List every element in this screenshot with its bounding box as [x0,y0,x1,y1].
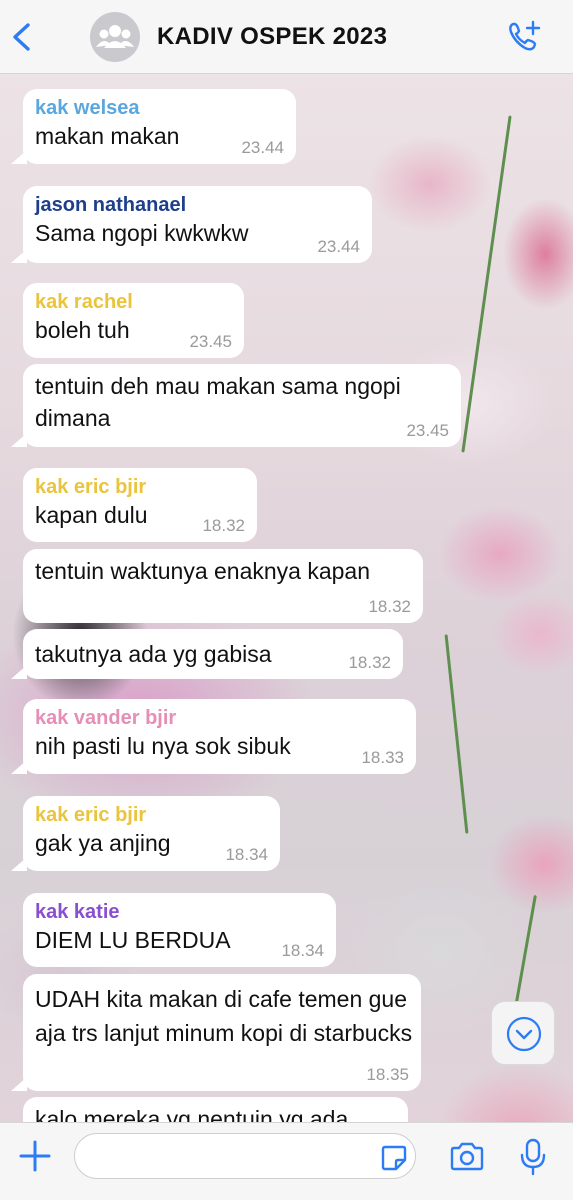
message-bubble[interactable]: jason nathanael Sama ngopi kwkwkw 23.44 [11,186,372,263]
chevron-down-circle-icon [506,1016,542,1052]
message-bubble[interactable]: kak katie DIEM LU BERDUA 18.34 [23,893,336,967]
add-call-icon[interactable] [503,16,543,56]
message-sender: jason nathanael [35,194,187,216]
mic-icon[interactable] [518,1137,548,1177]
plus-icon[interactable] [16,1137,54,1175]
message-time: 18.34 [225,845,268,864]
message-input[interactable] [74,1133,416,1179]
message-input-bar [0,1122,573,1200]
message-bubble[interactable]: kak welsea makan makan 23.44 [11,89,296,164]
message-bubble[interactable]: kak eric bjir gak ya anjing 18.34 [11,796,280,871]
message-time: 23.44 [317,237,360,256]
scroll-down-button[interactable] [491,1001,555,1065]
message-time: 18.33 [361,748,404,767]
message-bubble[interactable]: tentuin waktunya enaknya kapan 18.32 [23,549,423,623]
message-bubble[interactable]: takutnya ada yg gabisa 18.32 [11,629,403,679]
message-sender: kak rachel [35,291,133,313]
message-text: Sama ngopi kwkwkw [35,220,249,246]
message-sender: kak vander bjir [35,707,177,729]
message-sender: kak welsea [35,97,140,119]
message-time: 18.35 [366,1065,409,1084]
message-time: 23.45 [189,332,232,351]
message-time: 18.32 [368,597,411,616]
chevron-left-icon[interactable] [8,22,36,52]
sticker-icon[interactable] [379,1143,409,1173]
wallpaper-flower-stem [461,115,512,453]
message-bubble[interactable]: kak eric bjir kapan dulu 18.32 [23,468,257,542]
message-text: nih pasti lu nya sok sibuk [35,733,291,759]
wallpaper-flower-stem [444,634,469,834]
message-sender: kak eric bjir [35,476,147,498]
message-text: tentuin waktunya enaknya kapan [35,558,371,584]
message-text: tentuin deh mau makan sama ngopi dimana [35,373,401,431]
message-time: 23.45 [406,421,449,440]
message-sender: kak eric bjir [35,804,147,826]
chat-title[interactable]: KADIV OSPEK 2023 [157,23,387,51]
chat-header: KADIV OSPEK 2023 [0,0,573,74]
message-time: 18.34 [281,941,324,960]
message-text: UDAH kita makan di cafe temen gue aja tr… [35,986,413,1046]
message-bubble[interactable]: UDAH kita makan di cafe temen gue aja tr… [11,974,421,1091]
message-time: 18.32 [202,516,245,535]
message-bubble[interactable]: kak vander bjir nih pasti lu nya sok sib… [11,699,416,774]
camera-icon[interactable] [448,1141,486,1173]
message-time: 23.44 [241,138,284,157]
group-avatar-icon[interactable] [90,12,140,62]
message-text: takutnya ada yg gabisa [35,641,272,667]
message-bubble[interactable]: tentuin deh mau makan sama ngopi dimana … [11,364,461,447]
message-time: 18.32 [348,653,391,672]
message-bubble[interactable]: kak rachel boleh tuh 23.45 [23,283,244,358]
message-sender: kak katie [35,901,120,923]
